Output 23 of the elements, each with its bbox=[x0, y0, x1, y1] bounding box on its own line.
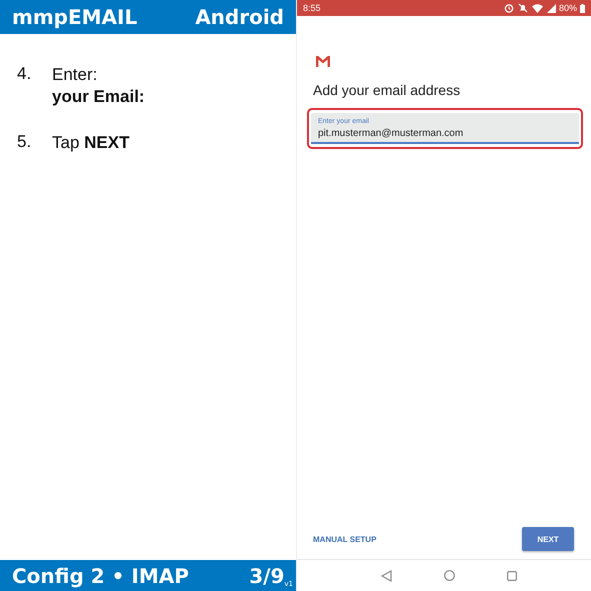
step-number: 4. bbox=[17, 64, 32, 85]
step-text: Enter: bbox=[52, 64, 98, 86]
app-title: mmpEMAIL bbox=[12, 5, 138, 29]
alarm-icon bbox=[504, 3, 514, 13]
config-title: Config 2 • IMAP bbox=[12, 564, 189, 588]
manual-setup-button[interactable]: MANUAL SETUP bbox=[313, 534, 376, 544]
page-number: 3/9 bbox=[249, 564, 284, 588]
recents-icon[interactable] bbox=[507, 570, 517, 580]
battery-text: 80% bbox=[558, 3, 577, 13]
clock-text: 8:55 bbox=[303, 3, 322, 13]
next-button[interactable]: NEXT bbox=[522, 527, 574, 551]
step-text: your Email: bbox=[52, 86, 145, 108]
mail-logo-icon bbox=[316, 56, 330, 67]
platform-label: Android bbox=[195, 5, 284, 29]
home-icon[interactable] bbox=[444, 570, 455, 581]
step-text: Tap NEXT bbox=[52, 132, 130, 154]
back-icon[interactable] bbox=[381, 570, 392, 582]
step-number: 5. bbox=[17, 132, 32, 153]
battery-icon bbox=[580, 4, 585, 12]
signal-icon bbox=[546, 4, 556, 12]
muted-bell-icon bbox=[518, 3, 528, 13]
wifi-icon bbox=[532, 4, 543, 12]
screen-heading: Add your email address bbox=[313, 82, 462, 98]
